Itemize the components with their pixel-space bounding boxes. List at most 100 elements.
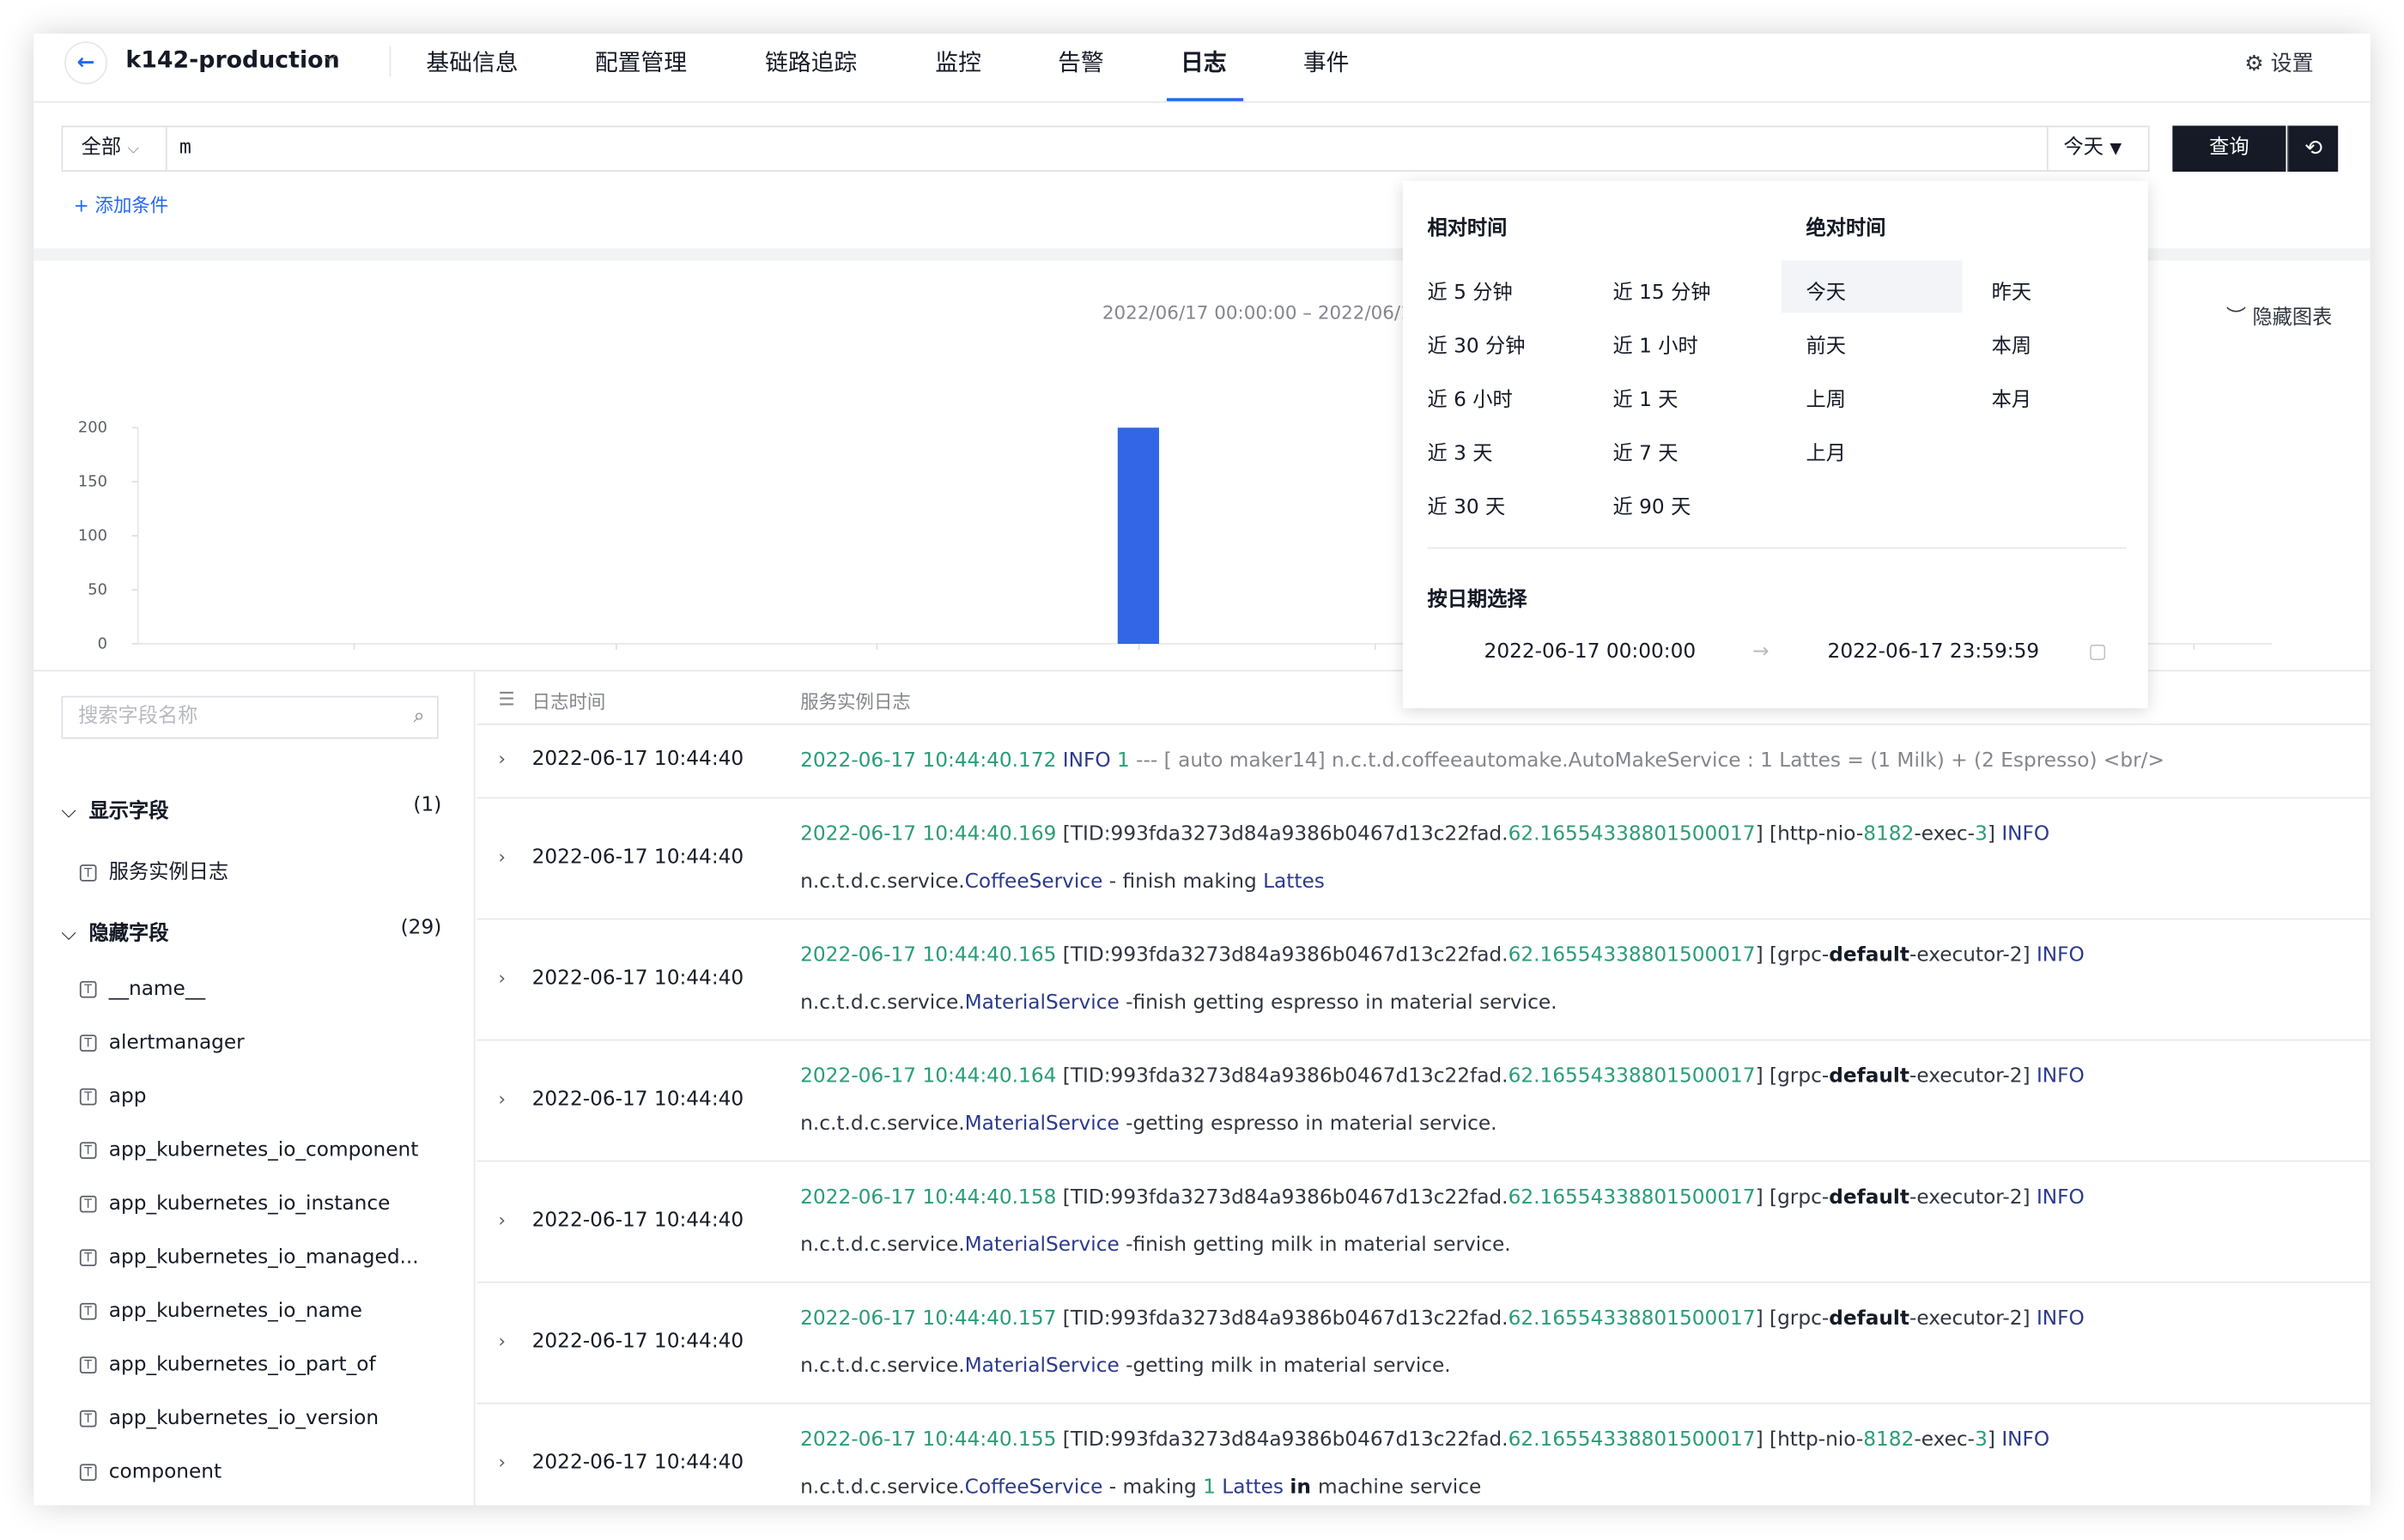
absolute-time-option[interactable]: 今天	[1806, 276, 1846, 306]
table-row[interactable]: › 2022-06-17 10:44:40 2022-06-17 10:44:40.…	[477, 1040, 2371, 1162]
field-label: app_kubernetes_io_name	[108, 1300, 362, 1324]
tab-config[interactable]: 配置管理	[595, 46, 687, 78]
field-search-input[interactable]: 搜索字段名称 ⌕	[61, 695, 439, 739]
field-item[interactable]: Tcomponent	[79, 1460, 222, 1484]
field-item[interactable]: T 服务实例日志	[79, 855, 228, 884]
log-message: 2022-06-17 10:44:40.157 [TID:993fda3273d…	[800, 1295, 2352, 1391]
expand-chevron-icon[interactable]: ›	[498, 967, 506, 988]
shown-fields-group[interactable]: ⌵ 显示字段 (1)	[61, 794, 441, 823]
expand-chevron-icon[interactable]: ›	[498, 1330, 506, 1351]
field-item[interactable]: Tapp_kubernetes_io_managed...	[79, 1246, 419, 1270]
log-token: Lattes	[1222, 1476, 1290, 1500]
log-token: 3	[1975, 822, 1988, 846]
query-button[interactable]: 查询	[2172, 125, 2286, 172]
absolute-time-option[interactable]: 本月	[1992, 383, 2031, 413]
tab-tracing[interactable]: 链路追踪	[765, 46, 857, 78]
log-time: 2022-06-17 10:44:40	[531, 1087, 744, 1111]
field-label: component	[108, 1460, 222, 1484]
chevron-down-icon[interactable]: ⌵	[324, 46, 337, 68]
log-token: 8182	[1863, 822, 1915, 846]
log-message: 2022-06-17 10:44:40.169 [TID:993fda3273d…	[800, 811, 2352, 906]
chevron-down-icon: ⌵	[61, 800, 77, 823]
relative-time-option[interactable]: 近 3 天	[1427, 437, 1492, 466]
log-message: 2022-06-17 10:44:40.164 [TID:993fda3273d…	[800, 1053, 2352, 1149]
back-arrow-icon[interactable]: ←	[64, 41, 107, 85]
field-item[interactable]: Tapp_kubernetes_io_component	[79, 1139, 419, 1162]
query-input[interactable]: m	[179, 127, 191, 170]
table-row[interactable]: › 2022-06-17 10:44:40 2022-06-17 10:44:40.…	[477, 1404, 2370, 1506]
start-datetime-input[interactable]: 2022-06-17 00:00:00	[1484, 640, 1697, 664]
relative-time-option[interactable]: 近 30 分钟	[1427, 330, 1525, 359]
log-token: 2022-06-17 10:44:40.164	[800, 1065, 1063, 1088]
hidden-fields-group[interactable]: ⌵ 隐藏字段 (29)	[61, 917, 441, 946]
field-item[interactable]: Talertmanager	[79, 1031, 245, 1055]
log-message: 2022-06-17 10:44:40.155 [TID:993fda3273d…	[800, 1416, 2352, 1506]
tab-alerts[interactable]: 告警	[1058, 46, 1104, 78]
field-item[interactable]: Tapp_kubernetes_io_version	[79, 1407, 379, 1430]
table-row[interactable]: › 2022-06-17 10:44:40 2022-06-17 10:44:40.…	[477, 725, 2371, 799]
absolute-time-option[interactable]: 昨天	[1992, 276, 2031, 306]
relative-time-option[interactable]: 近 1 天	[1613, 383, 1679, 413]
expand-chevron-icon[interactable]: ›	[498, 1209, 506, 1230]
hide-chart-label: 隐藏图表	[2252, 306, 2333, 330]
absolute-time-option[interactable]: 前天	[1806, 330, 1846, 359]
log-time: 2022-06-17 10:44:40	[531, 748, 744, 772]
hide-chart-button[interactable]: ︶ 隐藏图表	[2226, 300, 2333, 330]
tab-monitor[interactable]: 监控	[935, 46, 981, 78]
text-field-icon: T	[79, 1142, 97, 1159]
absolute-time-option[interactable]: 上周	[1806, 383, 1846, 413]
field-item[interactable]: Tapp_kubernetes_io_instance	[79, 1192, 390, 1216]
tab-logs[interactable]: 日志	[1181, 46, 1227, 78]
column-settings-icon[interactable]: ☰	[498, 688, 514, 710]
table-row[interactable]: › 2022-06-17 10:44:40 2022-06-17 10:44:40.…	[477, 919, 2371, 1041]
relative-time-option[interactable]: 近 7 天	[1613, 437, 1679, 466]
field-label: alertmanager	[108, 1031, 245, 1055]
app-title[interactable]: k142-production	[125, 46, 339, 74]
relative-time-option[interactable]: 近 6 小时	[1427, 383, 1512, 413]
log-token: 1	[1116, 749, 1137, 773]
log-token: 2022-06-17 10:44:40.172	[800, 749, 1063, 773]
table-row[interactable]: › 2022-06-17 10:44:40 2022-06-17 10:44:40.…	[477, 798, 2371, 920]
log-message: 2022-06-17 10:44:40.158 [TID:993fda3273d…	[800, 1174, 2352, 1270]
settings-button[interactable]: ⚙ 设置	[2244, 47, 2313, 78]
expand-chevron-icon[interactable]: ›	[498, 1451, 506, 1472]
text-field-icon: T	[79, 1302, 97, 1320]
expand-chevron-icon[interactable]: ›	[498, 748, 506, 769]
field-item[interactable]: Tapp_kubernetes_io_name	[79, 1300, 362, 1324]
log-token: ] [grpc-	[1755, 1065, 1830, 1088]
end-datetime-input[interactable]: 2022-06-17 23:59:59	[1828, 640, 2040, 664]
relative-time-option[interactable]: 近 30 天	[1427, 490, 1505, 520]
tab-events[interactable]: 事件	[1303, 46, 1350, 78]
log-token: ] [http-nio-	[1755, 1428, 1864, 1452]
table-row[interactable]: › 2022-06-17 10:44:40 2022-06-17 10:44:40.…	[477, 1283, 2371, 1404]
relative-time-option[interactable]: 近 90 天	[1613, 490, 1691, 520]
log-time: 2022-06-17 10:44:40	[531, 1330, 744, 1353]
log-token: MaterialService	[964, 1355, 1120, 1379]
log-token: ] [grpc-	[1755, 943, 1830, 967]
field-item[interactable]: Tapp_kubernetes_io_part_of	[79, 1354, 376, 1377]
log-token: 62.16554338801500017	[1508, 1307, 1756, 1331]
log-token: 2022-06-17 10:44:40.169	[800, 822, 1063, 846]
relative-time-option[interactable]: 近 15 分钟	[1613, 276, 1711, 306]
add-condition-link[interactable]: + 添加条件	[74, 191, 169, 217]
refresh-icon[interactable]: ⟲	[2287, 125, 2339, 172]
field-item[interactable]: T __name__	[79, 978, 205, 1001]
field-item[interactable]: Tapp	[79, 1085, 147, 1108]
log-token: machine service	[1318, 1476, 1482, 1500]
relative-time-option[interactable]: 近 1 小时	[1613, 330, 1698, 359]
absolute-time-option[interactable]: 本周	[1992, 330, 2031, 359]
table-row[interactable]: › 2022-06-17 10:44:40 2022-06-17 10:44:40.…	[477, 1162, 2371, 1283]
log-token: [TID:993fda3273d84a9386b0467d13c22fad.	[1062, 1428, 1509, 1452]
log-token: ]	[1987, 1428, 2002, 1452]
field-sidebar: 搜索字段名称 ⌕ ⌵ 显示字段 (1) T 服务实例日志 ⌵ 隐藏字段 (29) T __na…	[33, 671, 476, 1506]
tab-basic-info[interactable]: 基础信息	[426, 46, 518, 78]
expand-chevron-icon[interactable]: ›	[498, 1088, 506, 1109]
scope-select[interactable]: 全部 ⌵	[63, 127, 167, 171]
relative-time-option[interactable]: 近 5 分钟	[1427, 276, 1512, 306]
time-range-select[interactable]: 今天 ▼	[2046, 127, 2148, 171]
plus-icon: +	[73, 194, 89, 216]
absolute-time-title: 绝对时间	[1806, 217, 1886, 241]
expand-chevron-icon[interactable]: ›	[498, 846, 506, 867]
calendar-icon[interactable]: ▢	[2088, 640, 2107, 664]
absolute-time-option[interactable]: 上月	[1806, 437, 1846, 466]
